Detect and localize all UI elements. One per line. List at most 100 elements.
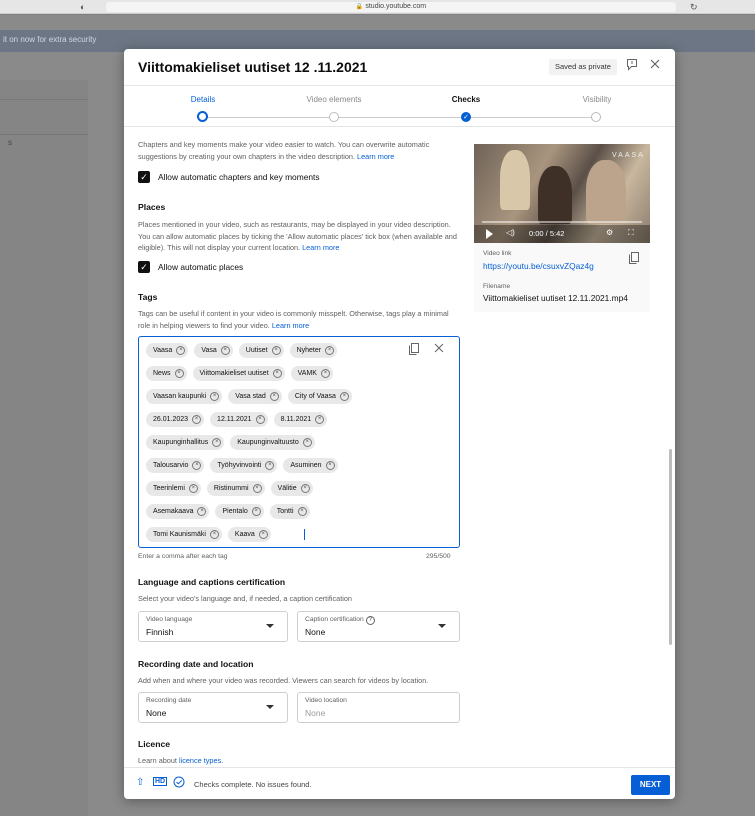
step-video-elements-dot[interactable]: [329, 112, 339, 122]
remove-tag-icon[interactable]: ×: [197, 507, 207, 516]
tag-chip[interactable]: Pientalo ×: [215, 504, 264, 519]
tag-chip[interactable]: Vaasa ×: [146, 343, 189, 358]
tag-chip[interactable]: Kaupunginvaltuusto ×: [230, 435, 315, 450]
remove-tag-icon[interactable]: ×: [258, 530, 268, 539]
remove-tag-icon[interactable]: ×: [269, 392, 279, 401]
tag-chip[interactable]: 26.01.2023 ×: [146, 412, 205, 427]
tag-chip[interactable]: Viittomakieliset uutiset ×: [192, 366, 285, 381]
video-language-select[interactable]: Video language Finnish: [138, 611, 288, 642]
remove-tag-icon[interactable]: ×: [315, 415, 325, 424]
tag-chip[interactable]: Tomi Kaunismäki ×: [146, 527, 222, 542]
remove-tag-icon[interactable]: ×: [251, 507, 261, 516]
places-learn-more-link[interactable]: Learn more: [302, 243, 339, 252]
remove-tag-icon[interactable]: ×: [174, 369, 184, 378]
step-checks-check-icon[interactable]: ✓: [461, 112, 471, 122]
chapters-checkbox[interactable]: ✓: [138, 171, 150, 183]
tag-chip[interactable]: Asuminen ×: [283, 458, 338, 473]
tag-chip[interactable]: VAMK ×: [290, 366, 333, 381]
remove-tag-icon[interactable]: ×: [220, 346, 230, 355]
remove-tag-icon[interactable]: ×: [252, 484, 262, 493]
security-banner-text[interactable]: it on now for extra security: [3, 35, 96, 44]
video-player[interactable]: VAASA ◁) 0:00 / 5:42 ⚙ ⛶: [474, 144, 650, 243]
dialog-footer: ⇧ HD Checks complete. No issues found. N…: [124, 767, 675, 799]
step-details-dot[interactable]: [197, 111, 208, 122]
tags-learn-more-link[interactable]: Learn more: [272, 321, 309, 330]
step-checks[interactable]: Checks: [421, 95, 511, 104]
remove-tag-icon[interactable]: ×: [325, 346, 335, 355]
video-location-label: Video location: [305, 697, 347, 704]
tag-row: News × Viittomakieliset uutiset × VAMK ×: [146, 366, 333, 381]
video-location-input[interactable]: Video location None: [297, 692, 460, 723]
remove-tag-icon[interactable]: ×: [212, 438, 222, 447]
feedback-icon[interactable]: [625, 58, 639, 74]
video-link[interactable]: https://youtu.be/csuxvZQaz4g: [483, 261, 594, 271]
help-icon[interactable]: ?: [365, 616, 375, 625]
chapters-learn-more-link[interactable]: Learn more: [357, 152, 394, 161]
fullscreen-icon[interactable]: ⛶: [628, 228, 634, 238]
background-sidebar: [0, 80, 88, 816]
remove-tag-icon[interactable]: ×: [210, 392, 220, 401]
remove-tag-icon[interactable]: ×: [255, 415, 265, 424]
play-icon[interactable]: [486, 229, 493, 239]
remove-tag-icon[interactable]: ×: [192, 461, 202, 470]
remove-tag-icon[interactable]: ×: [297, 507, 307, 516]
tag-chip[interactable]: Vaasan kaupunki ×: [146, 389, 223, 404]
remove-tag-icon[interactable]: ×: [192, 415, 202, 424]
remove-tag-icon[interactable]: ×: [300, 484, 310, 493]
tag-chip[interactable]: Talousarvio ×: [146, 458, 205, 473]
tag-chip[interactable]: Työhyvinvointi ×: [210, 458, 278, 473]
places-checkbox-row[interactable]: ✓ Allow automatic places: [138, 261, 243, 273]
remove-tag-icon[interactable]: ×: [302, 438, 312, 447]
tag-chip[interactable]: Välitie ×: [270, 481, 313, 496]
tag-chip[interactable]: Vasa ×: [194, 343, 233, 358]
remove-tag-icon[interactable]: ×: [320, 369, 330, 378]
tag-chip[interactable]: Asemakaava ×: [146, 504, 210, 519]
tag-chip[interactable]: City of Vaasa ×: [287, 389, 352, 404]
address-bar[interactable]: 🔒 studio.youtube.com: [106, 2, 676, 12]
content-scrollbar[interactable]: [669, 449, 672, 645]
step-details[interactable]: Details: [158, 95, 248, 104]
chapters-checkbox-row[interactable]: ✓ Allow automatic chapters and key momen…: [138, 171, 320, 183]
tag-chip[interactable]: 12.11.2021 ×: [210, 412, 268, 427]
remove-tag-icon[interactable]: ×: [176, 346, 186, 355]
places-checkbox-label: Allow automatic places: [158, 262, 244, 272]
tag-chip[interactable]: Tontti ×: [269, 504, 310, 519]
tag-chip[interactable]: Kaava ×: [227, 527, 271, 542]
privacy-shield-icon[interactable]: ◐: [80, 2, 85, 12]
tags-description: Tags can be useful if content in your vi…: [138, 309, 449, 330]
remove-tag-icon[interactable]: ×: [188, 484, 198, 493]
tag-chip[interactable]: Nyheter ×: [289, 343, 338, 358]
licence-types-link[interactable]: licence types.: [179, 756, 223, 765]
upload-icon[interactable]: ⇧: [136, 777, 144, 788]
remove-tag-icon[interactable]: ×: [325, 461, 335, 470]
next-button[interactable]: NEXT: [631, 775, 670, 795]
places-checkbox[interactable]: ✓: [138, 261, 150, 273]
clear-tags-icon[interactable]: [434, 343, 444, 356]
tag-chip[interactable]: Ristinummi ×: [206, 481, 265, 496]
tag-chip[interactable]: 8.11.2021 ×: [273, 412, 328, 427]
copy-tags-icon[interactable]: [409, 343, 419, 358]
tag-chip[interactable]: News ×: [146, 366, 187, 381]
remove-tag-icon[interactable]: ×: [265, 461, 275, 470]
tags-input[interactable]: Vaasa × Vasa × Uutiset × Nyheter × News × Vii…: [138, 336, 460, 548]
remove-tag-icon[interactable]: ×: [271, 346, 281, 355]
remove-tag-icon[interactable]: ×: [272, 369, 282, 378]
filename-label: Filename: [483, 283, 511, 290]
close-icon[interactable]: [648, 58, 662, 74]
remove-tag-icon[interactable]: ×: [339, 392, 349, 401]
video-progress-bar[interactable]: [482, 221, 642, 223]
tag-chip[interactable]: Teerinlemi ×: [146, 481, 201, 496]
recording-date-select[interactable]: Recording date None: [138, 692, 288, 723]
step-visibility[interactable]: Visibility: [552, 95, 642, 104]
caption-certification-select[interactable]: Caption certification? None: [297, 611, 460, 642]
volume-icon[interactable]: ◁): [506, 228, 515, 237]
tag-chip[interactable]: Vasa stad ×: [228, 389, 282, 404]
settings-gear-icon[interactable]: ⚙: [606, 228, 613, 237]
step-visibility-dot[interactable]: [591, 112, 601, 122]
tag-chip[interactable]: Uutiset ×: [238, 343, 284, 358]
tag-chip[interactable]: Kaupunginhallitus ×: [146, 435, 225, 450]
remove-tag-icon[interactable]: ×: [209, 530, 219, 539]
step-video-elements[interactable]: Video elements: [289, 95, 379, 104]
reload-icon[interactable]: ↻: [690, 2, 698, 13]
copy-link-icon[interactable]: [629, 252, 639, 267]
